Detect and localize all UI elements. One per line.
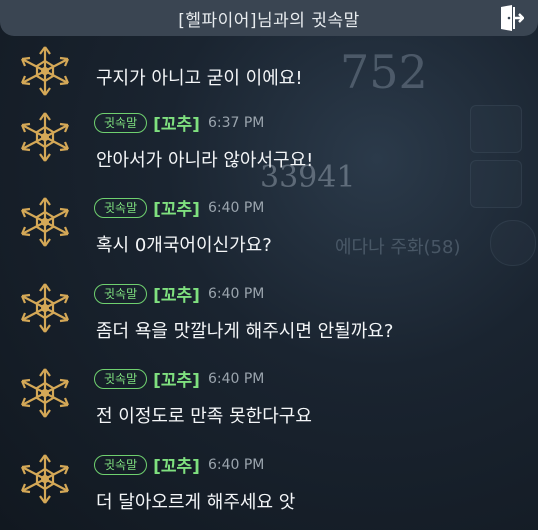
chat-header: [헬파이어]님과의 귓속말 [0, 0, 538, 36]
message-meta: 귓속말 [꼬추] 6:40 PM [94, 281, 264, 306]
message-text[interactable]: 더 달아오르게 해주세요 앗 [96, 488, 295, 514]
background-slot [470, 105, 522, 153]
whisper-badge: 귓속말 [94, 197, 148, 218]
sender-name[interactable]: [꼬추] [153, 110, 200, 135]
whisper-badge: 귓속말 [94, 368, 148, 389]
sender-name[interactable]: [꼬추] [153, 281, 200, 306]
message-time: 6:40 PM [207, 456, 265, 473]
whisper-badge: 귓속말 [94, 283, 148, 304]
message-time: 6:40 PM [207, 199, 265, 216]
background-slot [490, 220, 536, 266]
sender-name[interactable]: [꼬추] [153, 366, 200, 391]
guild-star-emblem-icon [20, 196, 70, 248]
chat-title: [헬파이어]님과의 귓속말 [178, 10, 360, 31]
message-time: 6:40 PM [207, 370, 265, 387]
sender-name[interactable]: [꼬추] [153, 195, 200, 220]
message-meta: 귓속말 [꼬추] 6:40 PM [94, 366, 264, 391]
message-meta: 귓속말 [꼬추] 6:37 PM [94, 110, 264, 135]
message-time: 6:40 PM [207, 285, 265, 302]
message-text[interactable]: 전 이정도로 만족 못한다구요 [96, 402, 312, 428]
message-text[interactable]: 구지가 아니고 굳이 이에요! [96, 64, 303, 90]
message-meta: 귓속말 [꼬추] 6:40 PM [94, 195, 264, 220]
sender-name[interactable]: [꼬추] [153, 452, 200, 477]
message-meta: 귓속말 [꼬추] 6:40 PM [94, 452, 264, 477]
message-text[interactable]: 안아서가 아니라 않아서구요! [96, 146, 313, 172]
guild-star-emblem-icon [20, 282, 70, 334]
message-text[interactable]: 좀더 욕을 맛깔나게 해주시면 안될까요? [96, 317, 393, 343]
message-time: 6:37 PM [207, 114, 265, 131]
exit-door-icon[interactable] [498, 4, 524, 32]
background-slot [470, 160, 522, 208]
background-side-text: 에다나 주화(58) [335, 237, 461, 258]
whisper-badge: 귓속말 [94, 112, 148, 133]
guild-star-emblem-icon [20, 453, 70, 505]
background-top-number: 752 [340, 45, 428, 99]
whisper-badge: 귓속말 [94, 454, 148, 475]
guild-star-emblem-icon [20, 367, 70, 419]
message-text[interactable]: 혹시 0개국어이신가요? [96, 231, 272, 257]
guild-star-emblem-icon [20, 111, 70, 163]
guild-star-emblem-icon [20, 45, 70, 97]
